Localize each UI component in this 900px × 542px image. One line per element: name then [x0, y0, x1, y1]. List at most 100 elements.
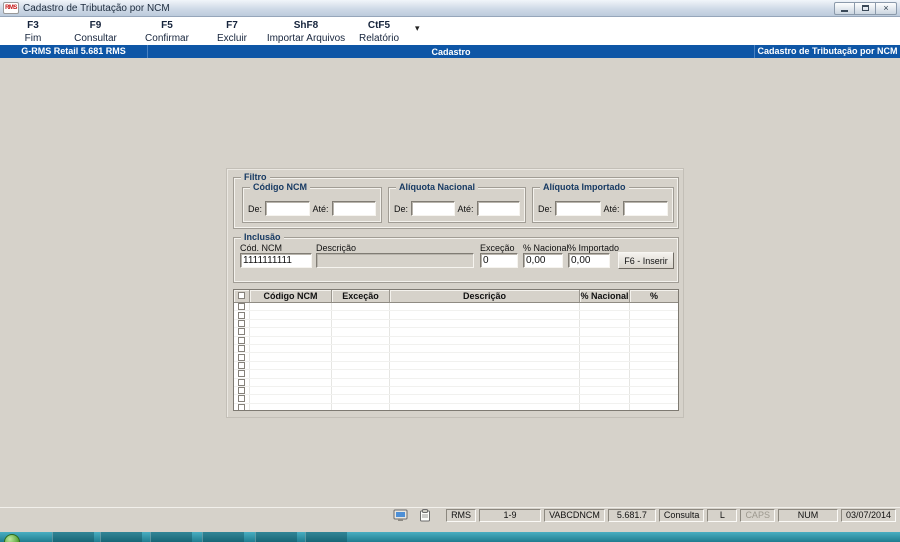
table-cell	[630, 345, 678, 352]
group-title: Alíquota Importado	[540, 182, 629, 193]
table-cell	[390, 336, 580, 344]
taskbar-button[interactable]	[255, 532, 297, 542]
toolbar-dropdown-icon[interactable]: ▾	[415, 23, 420, 34]
table-row[interactable]	[234, 319, 678, 329]
toolbar-button-consultar[interactable]: F9 Consultar	[58, 17, 133, 44]
table-row[interactable]	[234, 370, 678, 379]
row-checkbox[interactable]	[238, 378, 245, 386]
table-cell	[332, 378, 390, 386]
table-cell	[630, 320, 678, 327]
table-cell	[390, 328, 580, 336]
table-cell	[250, 403, 332, 410]
ate-label: Até:	[312, 203, 329, 214]
table-row[interactable]	[234, 303, 678, 312]
table-row[interactable]	[234, 353, 678, 362]
table-cell	[580, 344, 630, 353]
form-panel: Filtro Código NCM De: Até: Alíquota Naci…	[226, 168, 684, 418]
aliquota-importado-ate-input[interactable]	[622, 201, 668, 216]
table-row[interactable]	[234, 336, 678, 345]
toolbar-label: Fim	[24, 33, 42, 44]
start-button[interactable]	[4, 534, 20, 542]
taskbar-button[interactable]	[202, 532, 244, 542]
toolbar-key: F9	[89, 20, 102, 31]
table-cell	[630, 387, 678, 394]
excecao-input[interactable]	[480, 253, 518, 268]
taskbar-button[interactable]	[100, 532, 142, 542]
row-checkbox[interactable]	[238, 353, 245, 361]
close-button[interactable]: ×	[876, 1, 897, 15]
table-cell	[234, 386, 250, 395]
table-cell	[580, 361, 630, 370]
row-checkbox[interactable]	[238, 403, 245, 410]
maximize-button[interactable]	[855, 1, 876, 15]
codigo-ncm-de-input[interactable]	[265, 201, 310, 216]
aliquota-nacional-ate-input[interactable]	[476, 201, 520, 216]
table-cell	[390, 311, 580, 319]
row-checkbox[interactable]	[238, 336, 245, 344]
status-program: VABCDNCM	[544, 508, 605, 522]
group-title: Alíquota Nacional	[396, 182, 479, 193]
taskbar-button[interactable]	[150, 532, 192, 542]
row-checkbox[interactable]	[238, 303, 245, 311]
table-cell	[332, 353, 390, 361]
table-row[interactable]	[234, 395, 678, 404]
toolbar-button-importar-arquivos[interactable]: ShF8 Importar Arquivos	[263, 17, 349, 44]
table-row[interactable]	[234, 386, 678, 396]
table-cell	[580, 336, 630, 344]
cod-ncm-input[interactable]	[240, 253, 312, 268]
row-checkbox[interactable]	[238, 311, 245, 319]
codigo-ncm-ate-input[interactable]	[331, 201, 376, 216]
row-checkbox[interactable]	[238, 361, 245, 369]
column-header-nacional[interactable]: % Nacional	[580, 290, 630, 302]
table-cell	[580, 319, 630, 328]
toolbar-key: F5	[161, 20, 173, 31]
importado-label: % Importado	[568, 243, 620, 253]
aliquota-nacional-de-input[interactable]	[411, 201, 455, 216]
minimize-button[interactable]	[834, 1, 855, 15]
row-checkbox[interactable]	[238, 328, 245, 336]
importado-input[interactable]	[568, 253, 610, 268]
table-cell	[250, 328, 332, 336]
toolbar-button-fim[interactable]: F3 Fim	[8, 17, 58, 44]
table-row[interactable]	[234, 403, 678, 410]
table-cell	[234, 328, 250, 336]
table-cell	[390, 319, 580, 328]
toolbar-button-confirmar[interactable]: F5 Confirmar	[133, 17, 201, 44]
row-checkbox[interactable]	[238, 319, 245, 327]
column-header-importado[interactable]: % Importado	[630, 290, 678, 302]
title-bar[interactable]: RMS Cadastro de Tributação por NCM ×	[0, 0, 900, 17]
taskbar-button[interactable]	[305, 532, 347, 542]
table-cell	[630, 303, 678, 310]
table-row[interactable]	[234, 378, 678, 387]
table-cell	[250, 344, 332, 353]
row-checkbox[interactable]	[238, 370, 245, 378]
column-header-descricao[interactable]: Descrição	[390, 290, 580, 302]
taskbar-button[interactable]	[52, 532, 94, 542]
table-row[interactable]	[234, 361, 678, 371]
notepad-icon[interactable]	[415, 508, 435, 522]
app-window: RMS Cadastro de Tributação por NCM × F3 …	[0, 0, 900, 532]
close-icon: ×	[883, 3, 889, 13]
toolbar-button-excluir[interactable]: F7 Excluir	[201, 17, 263, 44]
column-header-excecao[interactable]: Exceção	[332, 290, 390, 302]
select-all-checkbox[interactable]	[238, 292, 245, 299]
nacional-input[interactable]	[523, 253, 563, 268]
table-row[interactable]	[234, 328, 678, 337]
f6-inserir-button[interactable]: F6 - Inserir	[618, 252, 674, 269]
column-header-codigo-ncm[interactable]: Código NCM	[250, 290, 332, 302]
table-row[interactable]	[234, 344, 678, 354]
status-caps: CAPS	[740, 508, 775, 522]
computer-icon[interactable]	[391, 509, 411, 522]
table-cell	[332, 336, 390, 344]
row-checkbox[interactable]	[238, 395, 245, 403]
row-checkbox[interactable]	[238, 387, 245, 395]
table-cell	[250, 361, 332, 370]
table-row[interactable]	[234, 311, 678, 320]
toolbar-key: F7	[226, 20, 238, 31]
aliquota-importado-de-input[interactable]	[555, 201, 601, 216]
toolbar-label: Relatório	[358, 33, 400, 44]
nacional-label: % Nacional	[523, 243, 569, 253]
row-checkbox[interactable]	[238, 345, 245, 353]
table-cell	[630, 337, 678, 344]
toolbar-button-relatorio[interactable]: CtF5 Relatório	[349, 17, 409, 44]
